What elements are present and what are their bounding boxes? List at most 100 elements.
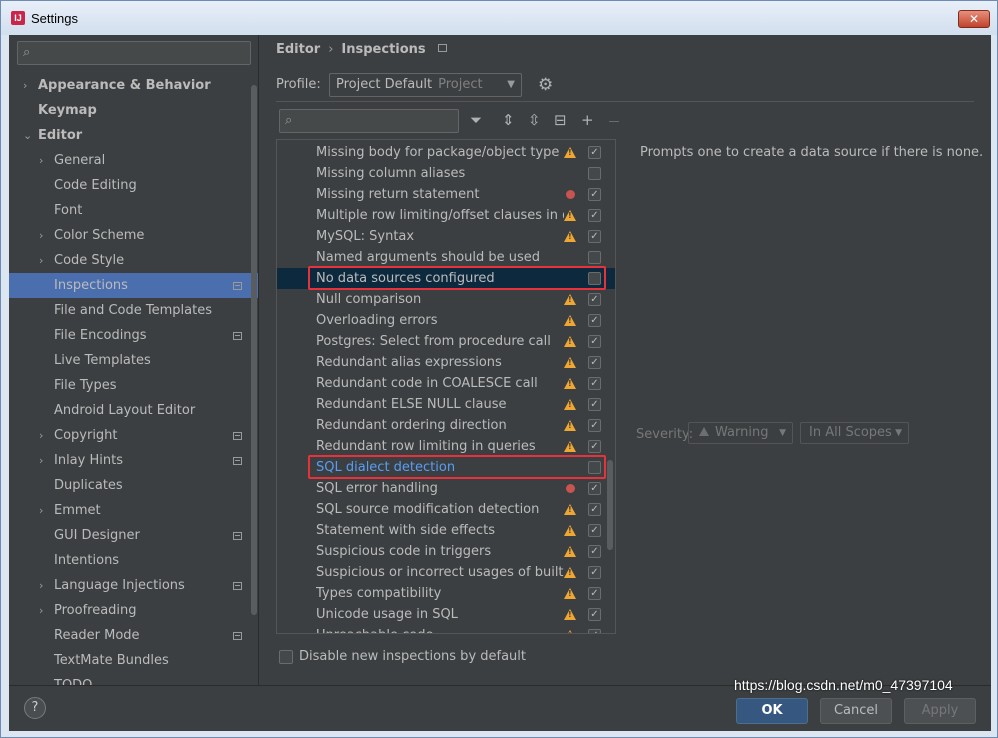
expand-all-icon[interactable]: ⇕ — [502, 111, 515, 129]
inspection-checkbox[interactable]: ✓ — [588, 209, 601, 222]
inspection-checkbox[interactable]: ✓ — [588, 188, 601, 201]
add-icon[interactable]: + — [581, 111, 594, 129]
inspection-checkbox[interactable]: ✓ — [588, 545, 601, 558]
inspection-row[interactable]: Missing body for package/object type spe… — [277, 142, 615, 163]
sidebar-item[interactable]: Android Layout Editor — [9, 398, 258, 423]
inspection-checkbox[interactable]: ✓ — [588, 314, 601, 327]
sidebar-item[interactable]: TextMate Bundles — [9, 648, 258, 673]
inspection-checkbox[interactable]: ✓ — [588, 356, 601, 369]
gear-icon[interactable]: ⚙ — [538, 75, 553, 95]
sidebar-item[interactable]: File and Code Templates — [9, 298, 258, 323]
inspection-row[interactable]: Named arguments should be used — [277, 247, 615, 268]
chevron-right-icon[interactable]: › — [39, 248, 43, 273]
inspection-row[interactable]: SQL error handling ✓ — [277, 478, 615, 499]
sidebar-item[interactable]: Duplicates — [9, 473, 258, 498]
sidebar-item[interactable]: › Appearance & Behavior — [9, 73, 258, 98]
inspection-row[interactable]: Missing return statement ✓ — [277, 184, 615, 205]
settings-search-input[interactable]: ⌕ — [17, 41, 251, 65]
chevron-right-icon[interactable]: › — [39, 148, 43, 173]
collapse-all-icon[interactable]: ⇳ — [528, 111, 541, 129]
sidebar-item[interactable]: Code Editing — [9, 173, 258, 198]
inspection-row[interactable]: Multiple row limiting/offset clauses in … — [277, 205, 615, 226]
chevron-right-icon[interactable]: › — [39, 498, 43, 523]
sidebar-item[interactable]: › General — [9, 148, 258, 173]
inspection-row[interactable]: Types compatibility ✓ — [277, 583, 615, 604]
inspection-row[interactable]: Overloading errors ✓ — [277, 310, 615, 331]
sidebar-item[interactable]: File Types — [9, 373, 258, 398]
inspection-checkbox[interactable]: ✓ — [588, 566, 601, 579]
close-button[interactable]: ✕ — [958, 10, 990, 28]
sidebar-item[interactable]: Intentions — [9, 548, 258, 573]
sidebar-item[interactable]: File Encodings — [9, 323, 258, 348]
inspection-checkbox[interactable]: ✓ — [588, 146, 601, 159]
sidebar-item[interactable]: › Emmet — [9, 498, 258, 523]
inspection-checkbox[interactable]: ✓ — [588, 629, 601, 633]
disable-new-checkbox[interactable] — [279, 650, 293, 664]
sidebar-item[interactable]: Keymap — [9, 98, 258, 123]
sidebar-item[interactable]: TODO — [9, 673, 258, 685]
breadcrumb-editor[interactable]: Editor — [276, 40, 320, 60]
inspection-checkbox[interactable]: ✓ — [588, 335, 601, 348]
sidebar-item[interactable]: › Code Style — [9, 248, 258, 273]
profile-dropdown[interactable]: Project Default Project ▼ — [329, 73, 522, 97]
chevron-right-icon[interactable]: › — [39, 573, 43, 598]
sidebar-item[interactable]: Reader Mode — [9, 623, 258, 648]
sidebar-item[interactable]: › Inlay Hints — [9, 448, 258, 473]
chevron-down-icon[interactable]: ⌄ — [23, 123, 32, 148]
sidebar-item[interactable]: ⌄ Editor — [9, 123, 258, 148]
inspection-checkbox[interactable]: ✓ — [588, 482, 601, 495]
inspection-row[interactable]: Redundant code in COALESCE call ✓ — [277, 373, 615, 394]
chevron-right-icon[interactable]: › — [23, 73, 27, 98]
apply-button[interactable]: Apply — [904, 698, 976, 724]
severity-dropdown[interactable]: Warning ▼ — [688, 422, 793, 444]
inspection-checkbox[interactable] — [588, 251, 601, 264]
inspection-row[interactable]: Redundant ordering direction ✓ — [277, 415, 615, 436]
inspection-row[interactable]: Statement with side effects ✓ — [277, 520, 615, 541]
chevron-right-icon[interactable]: › — [39, 423, 43, 448]
inspection-row[interactable]: Redundant row limiting in queries ✓ — [277, 436, 615, 457]
sidebar-scrollbar[interactable] — [251, 85, 257, 615]
sidebar-item[interactable]: › Color Scheme — [9, 223, 258, 248]
inspection-checkbox[interactable]: ✓ — [588, 440, 601, 453]
ok-button[interactable]: OK — [736, 698, 808, 724]
inspection-checkbox[interactable]: ✓ — [588, 377, 601, 390]
chevron-right-icon[interactable]: › — [39, 448, 43, 473]
filter-icon[interactable]: ⏷ — [470, 111, 482, 129]
inspection-row[interactable]: MySQL: Syntax ✓ — [277, 226, 615, 247]
inspection-row[interactable]: Postgres: Select from procedure call ✓ — [277, 331, 615, 352]
inspection-row[interactable]: Unicode usage in SQL ✓ — [277, 604, 615, 625]
inspection-row[interactable]: Null comparison ✓ — [277, 289, 615, 310]
inspection-checkbox[interactable]: ✓ — [588, 230, 601, 243]
inspection-checkbox[interactable]: ✓ — [588, 587, 601, 600]
inspection-checkbox[interactable]: ✓ — [588, 293, 601, 306]
inspection-row[interactable]: SQL source modification detection ✓ — [277, 499, 615, 520]
chevron-right-icon[interactable]: › — [39, 598, 43, 623]
disable-new-label[interactable]: Disable new inspections by default — [299, 649, 526, 664]
inspection-row[interactable]: Missing column aliases — [277, 163, 615, 184]
sidebar-item[interactable]: › Copyright — [9, 423, 258, 448]
sidebar-item[interactable]: GUI Designer — [9, 523, 258, 548]
inspection-row[interactable]: Suspicious code in triggers ✓ — [277, 541, 615, 562]
inspection-row[interactable]: Suspicious or incorrect usages of built-… — [277, 562, 615, 583]
help-button[interactable]: ? — [24, 697, 46, 719]
remove-icon[interactable] — [609, 121, 619, 122]
sidebar-item[interactable]: Live Templates — [9, 348, 258, 373]
inspection-row[interactable]: Unreachable code ✓ — [277, 625, 615, 633]
chevron-right-icon[interactable]: › — [39, 223, 43, 248]
reset-icon[interactable]: ⊟ — [554, 111, 567, 129]
inspection-checkbox[interactable]: ✓ — [588, 608, 601, 621]
inspection-search-input[interactable]: ⌕ — [279, 109, 459, 133]
sidebar-item[interactable]: › Language Injections — [9, 573, 258, 598]
sidebar-item[interactable]: Font — [9, 198, 258, 223]
inspection-row[interactable]: Redundant alias expressions ✓ — [277, 352, 615, 373]
inspection-checkbox[interactable]: ✓ — [588, 524, 601, 537]
cancel-button[interactable]: Cancel — [820, 698, 892, 724]
inspection-checkbox[interactable]: ✓ — [588, 503, 601, 516]
inspection-checkbox[interactable]: ✓ — [588, 419, 601, 432]
sidebar-item[interactable]: Inspections — [9, 273, 258, 298]
scope-dropdown[interactable]: In All Scopes ▼ — [800, 422, 909, 444]
inspection-checkbox[interactable]: ✓ — [588, 398, 601, 411]
list-scrollbar[interactable] — [607, 460, 613, 550]
sidebar-item[interactable]: › Proofreading — [9, 598, 258, 623]
inspection-row[interactable]: Redundant ELSE NULL clause ✓ — [277, 394, 615, 415]
